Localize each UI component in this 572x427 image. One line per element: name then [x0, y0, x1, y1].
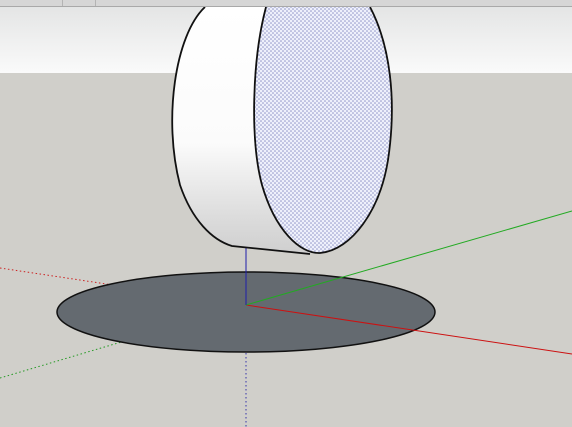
scene-canvas[interactable] [0, 7, 572, 427]
toolbar-strip [0, 0, 572, 7]
toolbar-divider [62, 0, 63, 6]
toolbar-divider [95, 0, 96, 6]
modeling-viewport[interactable] [0, 7, 572, 427]
